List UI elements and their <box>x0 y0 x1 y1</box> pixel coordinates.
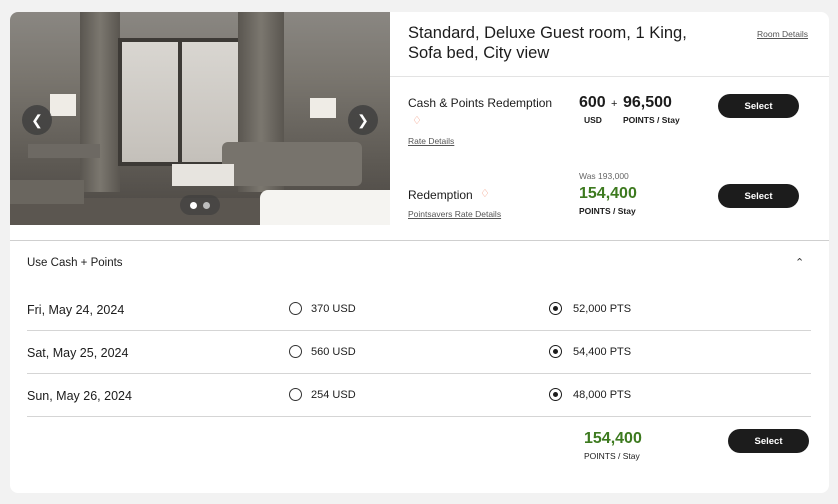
points-unit: POINTS / Stay <box>579 206 636 216</box>
select-cash-points-button[interactable]: Select <box>718 94 799 118</box>
section-title[interactable]: Use Cash + Points <box>27 257 123 269</box>
redemption-points: 154,400 <box>579 185 637 202</box>
points-radio[interactable] <box>549 388 562 401</box>
chevron-up-icon[interactable]: ⌃ <box>795 256 804 269</box>
cash-option[interactable]: 560 USD <box>311 346 356 358</box>
cash-option[interactable]: 370 USD <box>311 303 356 315</box>
room-rate-card: ❮ ❯ Standard, Deluxe Guest room, 1 King,… <box>10 12 829 493</box>
plus-sign: + <box>611 98 618 110</box>
photo-bench <box>10 180 84 204</box>
night-row: Sun, May 26, 2024 254 USD 48,000 PTS <box>27 375 811 417</box>
section-divider <box>10 240 829 241</box>
night-date: Fri, May 24, 2024 <box>27 303 125 317</box>
photo-bed <box>260 190 390 225</box>
points-radio[interactable] <box>549 345 562 358</box>
points-unit: POINTS / Stay <box>623 115 680 125</box>
photo-sofa <box>222 142 362 186</box>
select-cash-points-total-button[interactable]: Select <box>728 429 809 453</box>
tag-icon: ♢ <box>412 115 422 127</box>
gallery-dot[interactable] <box>203 201 210 209</box>
row-divider <box>27 416 811 417</box>
chevron-right-icon: ❯ <box>357 111 369 128</box>
total-points: 154,400 <box>584 430 642 447</box>
select-redemption-button[interactable]: Select <box>718 184 799 208</box>
photo-table <box>172 164 234 186</box>
cash-radio[interactable] <box>289 345 302 358</box>
pointsavers-rate-details-link[interactable]: Pointsavers Rate Details <box>408 209 501 219</box>
night-date: Sun, May 26, 2024 <box>27 389 132 403</box>
row-divider <box>27 373 811 374</box>
was-price: Was 193,000 <box>579 171 629 181</box>
total-unit: POINTS / Stay <box>584 451 640 461</box>
night-row: Sat, May 25, 2024 560 USD 54,400 PTS <box>27 332 811 374</box>
points-amount: 96,500 <box>623 94 672 111</box>
points-option[interactable]: 52,000 PTS <box>573 303 631 315</box>
photo-curtain-left <box>80 12 120 192</box>
gallery-prev-button[interactable]: ❮ <box>22 105 52 135</box>
tag-icon: ♢ <box>480 188 490 200</box>
night-row: Fri, May 24, 2024 370 USD 52,000 PTS <box>27 289 811 331</box>
room-title: Standard, Deluxe Guest room, 1 King, Sof… <box>408 24 687 62</box>
photo-desk <box>28 144 100 158</box>
cash-radio[interactable] <box>289 302 302 315</box>
gallery-pagination <box>180 195 220 215</box>
room-photo: ❮ ❯ <box>10 12 390 225</box>
row-divider <box>27 330 811 331</box>
room-details-link[interactable]: Room Details <box>757 29 808 39</box>
gallery-next-button[interactable]: ❯ <box>348 105 378 135</box>
photo-lamp <box>310 98 336 118</box>
cash-unit: USD <box>584 115 602 125</box>
gallery-dot[interactable] <box>190 201 197 209</box>
cash-option[interactable]: 254 USD <box>311 389 356 401</box>
rate-details-link[interactable]: Rate Details <box>408 136 454 146</box>
points-option[interactable]: 48,000 PTS <box>573 389 631 401</box>
points-radio[interactable] <box>549 302 562 315</box>
photo-lamp <box>50 94 76 116</box>
cash-amount: 600 <box>579 94 606 111</box>
night-date: Sat, May 25, 2024 <box>27 346 129 360</box>
cash-radio[interactable] <box>289 388 302 401</box>
chevron-left-icon: ❮ <box>31 111 43 128</box>
rate-name: Redemption <box>408 188 473 202</box>
divider <box>390 76 829 77</box>
rate-name: Cash & Points Redemption <box>408 96 553 110</box>
points-option[interactable]: 54,400 PTS <box>573 346 631 358</box>
